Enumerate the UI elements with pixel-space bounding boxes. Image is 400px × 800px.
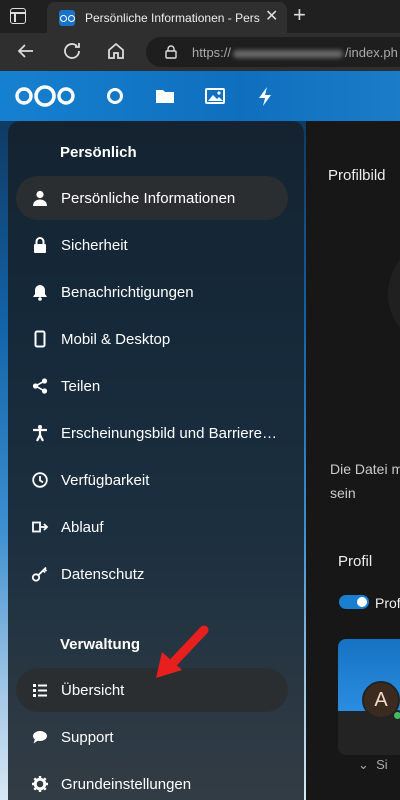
section-title-personal: Persönlich xyxy=(60,144,137,161)
accessibility-icon xyxy=(30,423,50,443)
share-icon xyxy=(30,376,50,396)
profile-heading: Profil xyxy=(338,553,373,570)
profile-enabled-toggle[interactable] xyxy=(339,595,369,609)
gear-icon xyxy=(30,774,50,794)
online-status-icon xyxy=(392,710,400,721)
nextcloud-logo-icon[interactable] xyxy=(14,83,76,109)
annotation-arrow-icon xyxy=(156,625,209,678)
sidebar-item-label: Sicherheit xyxy=(61,237,128,254)
browser-tab[interactable]: Persönliche Informationen - Persönlich ✕ xyxy=(47,2,287,33)
sidebar-item-personal-info[interactable]: Persönliche Informationen xyxy=(16,176,288,220)
sidebar-item-appearance[interactable]: Erscheinungsbild und Barrierefreiheit xyxy=(16,411,288,455)
main-content: Profilbild Die Datei m sein Profil Prof … xyxy=(306,121,400,800)
flow-icon xyxy=(30,517,50,537)
profile-picture-heading: Profilbild xyxy=(328,167,386,184)
upload-note: Die Datei m sein xyxy=(330,461,400,501)
sidebar-item-label: Persönliche Informationen xyxy=(61,190,236,207)
sidebar-item-label: Ablauf xyxy=(61,519,104,536)
sidebar-item-flow[interactable]: Ablauf xyxy=(16,505,288,549)
browser-navbar: https:///index.ph xyxy=(0,33,400,71)
lock-icon xyxy=(165,45,177,59)
visibility-expander[interactable]: ⌄ Si xyxy=(358,757,388,773)
reload-icon[interactable] xyxy=(60,39,84,63)
sidebar-item-sharing[interactable]: Teilen xyxy=(16,364,288,408)
browser-tabbar: Persönliche Informationen - Persönlich ✕… xyxy=(0,0,400,33)
tab-title: Persönliche Informationen - Persönlich xyxy=(85,11,260,25)
phone-icon xyxy=(30,329,50,349)
url-text: https:///index.ph xyxy=(192,45,398,60)
chat-icon xyxy=(30,727,50,747)
back-icon[interactable] xyxy=(14,39,38,63)
sidebar-item-privacy[interactable]: Datenschutz xyxy=(16,552,288,596)
sidebar-item-label: Datenschutz xyxy=(61,566,145,583)
sidebar-item-basic-settings[interactable]: Grundeinstellungen xyxy=(16,762,288,800)
lock-icon xyxy=(30,235,50,255)
sidebar-item-notifications[interactable]: Benachrichtigungen xyxy=(16,270,288,314)
photos-icon[interactable] xyxy=(204,85,226,107)
profile-toggle-label: Prof xyxy=(375,595,400,611)
sidebar-item-label: Benachrichtigungen xyxy=(61,284,194,301)
sidebar-item-label: Verfügbarkeit xyxy=(61,472,150,489)
tab-close-icon[interactable]: ✕ xyxy=(265,8,278,26)
files-icon[interactable] xyxy=(154,85,176,107)
person-icon xyxy=(30,188,50,208)
list-icon xyxy=(30,680,50,700)
section-title-admin: Verwaltung xyxy=(60,636,141,653)
dashboard-icon[interactable] xyxy=(104,85,126,107)
avatar-preview[interactable] xyxy=(388,239,400,349)
sidebar-item-label: Grundeinstellungen xyxy=(61,776,192,793)
activity-icon[interactable] xyxy=(254,85,276,107)
sidebar-item-label: Übersicht xyxy=(61,682,125,699)
bell-icon xyxy=(30,282,50,302)
tab-actions-icon[interactable] xyxy=(10,8,26,24)
sidebar-item-label: Support xyxy=(61,729,114,746)
settings-sidebar: Persönlich Persönliche Informationen Sic… xyxy=(8,121,304,800)
profile-preview-card[interactable]: A xyxy=(338,639,400,755)
sidebar-item-support[interactable]: Support xyxy=(16,715,288,759)
sidebar-item-label: Erscheinungsbild und Barrierefreiheit xyxy=(61,425,281,442)
home-icon[interactable] xyxy=(104,39,128,63)
nextcloud-header xyxy=(0,71,400,121)
clock-icon xyxy=(30,470,50,490)
new-tab-button[interactable]: + xyxy=(293,3,306,27)
sidebar-item-availability[interactable]: Verfügbarkeit xyxy=(16,458,288,502)
chevron-down-icon: ⌄ xyxy=(358,757,369,772)
sidebar-item-label: Teilen xyxy=(61,378,101,395)
key-icon xyxy=(30,564,50,584)
nextcloud-favicon-icon xyxy=(59,10,75,26)
address-bar[interactable]: https:///index.ph xyxy=(146,37,400,67)
sidebar-item-mobile-desktop[interactable]: Mobil & Desktop xyxy=(16,317,288,361)
sidebar-item-security[interactable]: Sicherheit xyxy=(16,223,288,267)
sidebar-item-label: Mobil & Desktop xyxy=(61,331,171,348)
